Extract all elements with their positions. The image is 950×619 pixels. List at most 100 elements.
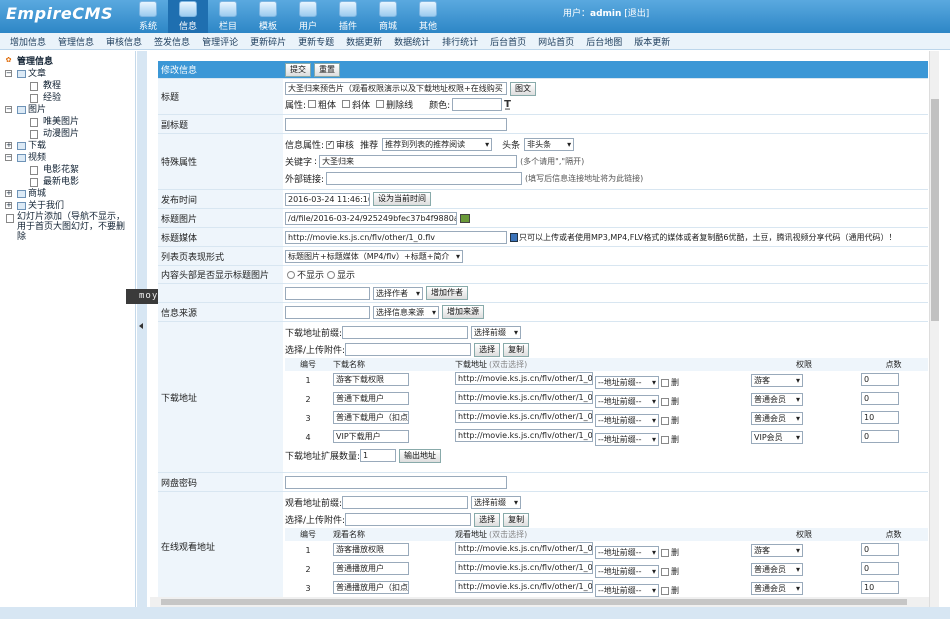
row-perm-select[interactable]: 普通会员	[751, 412, 803, 425]
nav-system[interactable]: 系统	[128, 0, 168, 33]
tree-item-slideshow[interactable]: 幻灯片添加（导航不显示，用于首页大图幻灯，不要删除	[3, 212, 133, 242]
color-picker-icon[interactable]: T̲	[504, 99, 511, 110]
subnav-site-home[interactable]: 网站首页	[538, 35, 574, 48]
set-current-time-button[interactable]: 设为当前时间	[373, 192, 431, 206]
scroll-thumb[interactable]	[161, 599, 907, 605]
tree-item-shop[interactable]: + 商城	[3, 188, 135, 200]
row-name-input[interactable]: 普通播放用户（扣点	[333, 581, 409, 594]
subtitle-input[interactable]	[285, 117, 507, 131]
tree-item-article[interactable]: − 文章	[3, 68, 135, 80]
row-points-input[interactable]: 10	[861, 581, 899, 594]
tree-item-download[interactable]: + 下载	[3, 140, 135, 152]
online-copy-button[interactable]: 复制	[503, 512, 530, 527]
nav-info[interactable]: 信息	[168, 0, 208, 33]
external-link-input[interactable]	[326, 172, 523, 185]
subnav-sign-info[interactable]: 签发信息	[154, 35, 190, 48]
scroll-thumb[interactable]	[931, 99, 939, 321]
source-input[interactable]	[285, 305, 370, 319]
subnav-update-topics[interactable]: 更新专题	[298, 35, 334, 48]
netdisk-input[interactable]	[285, 475, 507, 489]
row-url-input[interactable]: http://movie.ks.js.cn/flv/other/1_0.fl	[455, 561, 593, 574]
online-choose-button[interactable]: 选择	[474, 512, 501, 527]
subnav-update-fragments[interactable]: 更新碎片	[250, 35, 286, 48]
download-prefix-input[interactable]	[342, 326, 469, 339]
row-url-input[interactable]: http://movie.ks.js.cn/flv/other/1_0.fl	[455, 429, 593, 442]
author-input[interactable]	[285, 286, 370, 300]
image-picker-icon[interactable]	[460, 213, 470, 223]
tree-item-images[interactable]: − 图片	[3, 104, 135, 116]
tree-item-about-us[interactable]: + 关于我们	[3, 200, 135, 212]
row-name-input[interactable]: VIP下载用户	[333, 430, 409, 443]
tree-item-video[interactable]: − 视频	[3, 152, 135, 164]
nav-column[interactable]: 栏目	[208, 0, 248, 33]
recommend-select[interactable]: 推荐到列表的推荐阅读	[382, 138, 493, 151]
row-perm-select[interactable]: 游客	[751, 544, 803, 557]
tree-item-beautiful-images[interactable]: 唯美图片	[3, 116, 135, 128]
nav-plugin[interactable]: 插件	[328, 0, 368, 33]
strike-checkbox[interactable]	[376, 100, 385, 109]
horizontal-scrollbar[interactable]	[150, 597, 929, 607]
title-input[interactable]: 大圣归来预告片（观看权限演示以及下载地址权限+在线购买	[285, 82, 507, 96]
row-url-input[interactable]: http://movie.ks.js.cn/flv/other/1_0.fl	[455, 391, 593, 404]
expand-icon[interactable]: +	[5, 190, 12, 197]
row-url-input[interactable]: http://movie.ks.js.cn/flv/other/1_0.fl	[455, 580, 593, 593]
subnav-data-update[interactable]: 数据更新	[346, 35, 382, 48]
download-copy-button[interactable]: 复制	[503, 342, 530, 357]
online-upload-input[interactable]	[345, 513, 472, 526]
logout-link[interactable]: [退出]	[624, 9, 649, 19]
collapse-icon[interactable]: −	[5, 106, 12, 113]
row-delete-checkbox[interactable]	[661, 548, 669, 557]
row-url-input[interactable]: http://movie.ks.js.cn/flv/other/1_0.fl	[455, 410, 593, 423]
tree-item-experience[interactable]: 经验	[3, 92, 135, 104]
row-points-input[interactable]: 0	[861, 430, 899, 443]
add-author-button[interactable]: 增加作者	[426, 286, 468, 300]
row-url-input[interactable]: http://movie.ks.js.cn/flv/other/1_0.fl	[455, 542, 593, 555]
add-source-button[interactable]: 增加来源	[442, 305, 484, 319]
row-delete-checkbox[interactable]	[661, 416, 669, 425]
reset-button[interactable]: 重置	[314, 62, 340, 77]
listtype-select[interactable]: 标题图片+标题媒体（MP4/flv）+标题+简介	[285, 249, 463, 263]
media-input[interactable]: http://movie.ks.js.cn/flv/other/1_0.flv	[285, 230, 507, 244]
row-perm-select[interactable]: VIP会员	[751, 431, 803, 444]
row-points-input[interactable]: 0	[861, 373, 899, 386]
subnav-audit-info[interactable]: 审核信息	[106, 35, 142, 48]
collapse-icon[interactable]: −	[5, 154, 12, 161]
online-prefix-input[interactable]	[342, 496, 469, 509]
subnav-manage-info[interactable]: 管理信息	[58, 35, 94, 48]
tree-item-latest-movies[interactable]: 最新电影	[3, 176, 135, 188]
showpic-no-radio[interactable]	[287, 270, 295, 279]
download-count-input[interactable]: 1	[360, 449, 397, 462]
tree-item-tutorial[interactable]: 教程	[3, 80, 135, 92]
row-name-input[interactable]: 普通播放用户	[333, 562, 409, 575]
row-points-input[interactable]: 0	[861, 562, 899, 575]
headline-select[interactable]: 非头条	[524, 138, 575, 151]
subnav-data-stats[interactable]: 数据统计	[394, 35, 430, 48]
media-picker-icon[interactable]	[510, 232, 518, 242]
tree-root[interactable]: ✿ 管理信息	[3, 56, 135, 68]
titlepic-input[interactable]: /d/file/2016-03-24/925249bfec37b4f9880a6	[285, 211, 457, 225]
row-delete-checkbox[interactable]	[661, 397, 669, 406]
subnav-rank-stats[interactable]: 排行统计	[442, 35, 478, 48]
expand-icon[interactable]: +	[5, 142, 12, 149]
row-delete-checkbox[interactable]	[661, 378, 669, 387]
nav-user[interactable]: 用户	[288, 0, 328, 33]
keywords-input[interactable]: 大圣归来	[319, 155, 518, 168]
italic-checkbox[interactable]	[342, 100, 351, 109]
collapse-icon[interactable]: −	[5, 70, 12, 77]
row-prefix-select[interactable]: --地址前缀--	[595, 414, 659, 427]
download-prefix-select[interactable]: 选择前缀	[471, 326, 522, 339]
sidebar-splitter[interactable]	[137, 51, 147, 607]
title-pic-button[interactable]: 图文	[510, 81, 536, 96]
row-name-input[interactable]: 游客播放权限	[333, 543, 409, 556]
bold-checkbox[interactable]	[308, 100, 317, 109]
row-prefix-select[interactable]: --地址前缀--	[595, 395, 659, 408]
nav-shop[interactable]: 商城	[368, 0, 408, 33]
row-perm-select[interactable]: 游客	[751, 374, 803, 387]
row-prefix-select[interactable]: --地址前缀--	[595, 433, 659, 446]
row-prefix-select[interactable]: --地址前缀--	[595, 584, 659, 597]
row-perm-select[interactable]: 普通会员	[751, 582, 803, 595]
row-perm-select[interactable]: 普通会员	[751, 393, 803, 406]
empirecms-logo[interactable]: EmpireCMS	[6, 4, 113, 23]
subnav-admin-home[interactable]: 后台首页	[490, 35, 526, 48]
pubtime-input[interactable]: 2016-03-24 11:46:16	[285, 192, 370, 206]
